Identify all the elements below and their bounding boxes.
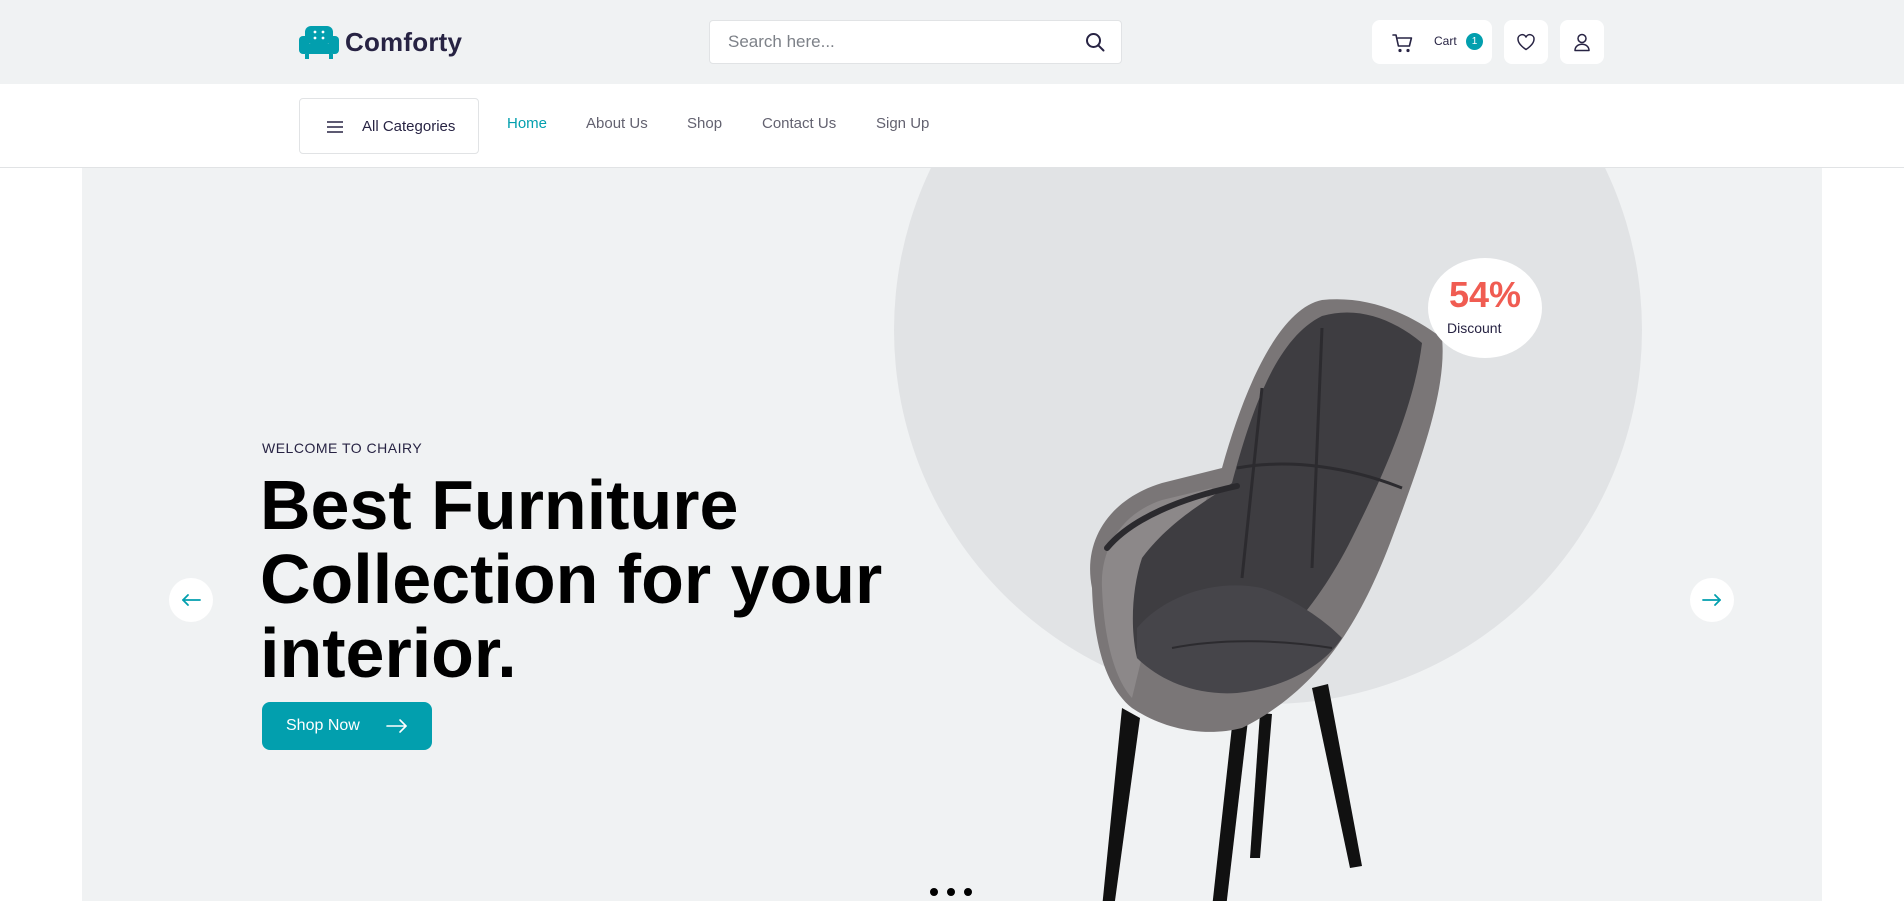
arrow-right-icon xyxy=(1702,594,1721,606)
brand-logo[interactable]: Comforty xyxy=(299,24,462,60)
nav-link-contact-us[interactable]: Contact Us xyxy=(762,115,836,132)
cart-label: Cart xyxy=(1434,34,1457,48)
slider-dot[interactable] xyxy=(964,888,972,896)
wishlist-button[interactable] xyxy=(1504,20,1548,64)
nav-link-shop[interactable]: Shop xyxy=(687,115,722,132)
search-bar xyxy=(709,20,1122,64)
slider-next-button[interactable] xyxy=(1690,578,1734,622)
search-input[interactable] xyxy=(726,31,1085,53)
slider-prev-button[interactable] xyxy=(169,578,213,622)
nav-link-home[interactable]: Home xyxy=(507,115,547,132)
discount-percent: 54% xyxy=(1448,274,1522,315)
hero-banner: 54% Discount WELCOME TO CHAIRY Best Furn… xyxy=(82,168,1822,901)
user-icon xyxy=(1574,33,1590,52)
menu-icon xyxy=(327,121,343,133)
all-categories-button[interactable]: All Categories xyxy=(299,98,479,154)
all-categories-label: All Categories xyxy=(362,118,456,135)
armchair-logo-icon xyxy=(299,26,339,59)
heart-icon xyxy=(1517,33,1535,51)
armchair-product-image xyxy=(1090,299,1443,901)
hero-headline-line: interior. xyxy=(260,614,517,692)
nav-link-about-us[interactable]: About Us xyxy=(586,115,648,132)
hero-headline: Best Furniture Collection for your inter… xyxy=(260,468,900,690)
arrow-right-icon xyxy=(386,719,407,733)
cart-button[interactable]: Cart 1 xyxy=(1372,20,1492,64)
nav-link-sign-up[interactable]: Sign Up xyxy=(876,115,929,132)
cart-icon xyxy=(1392,34,1413,53)
search-icon[interactable] xyxy=(1085,32,1105,52)
hero-headline-line: Collection for your xyxy=(260,540,883,618)
cart-count-badge: 1 xyxy=(1466,33,1483,50)
slider-pagination xyxy=(930,888,972,896)
brand-name: Comforty xyxy=(345,26,463,57)
shop-now-button[interactable]: Shop Now xyxy=(262,702,432,750)
account-button[interactable] xyxy=(1560,20,1604,64)
hero-eyebrow: WELCOME TO CHAIRY xyxy=(262,440,423,456)
discount-badge: 54% Discount xyxy=(1428,258,1542,358)
slider-dot[interactable] xyxy=(947,888,955,896)
discount-label: Discount xyxy=(1447,320,1502,336)
top-header: Comforty Cart 1 xyxy=(0,0,1904,84)
hero-headline-line: Best Furniture xyxy=(260,466,739,544)
shop-now-label: Shop Now xyxy=(286,717,360,734)
main-navigation: All Categories Home About Us Shop Contac… xyxy=(0,84,1904,168)
slider-dot[interactable] xyxy=(930,888,938,896)
arrow-left-icon xyxy=(182,594,201,606)
